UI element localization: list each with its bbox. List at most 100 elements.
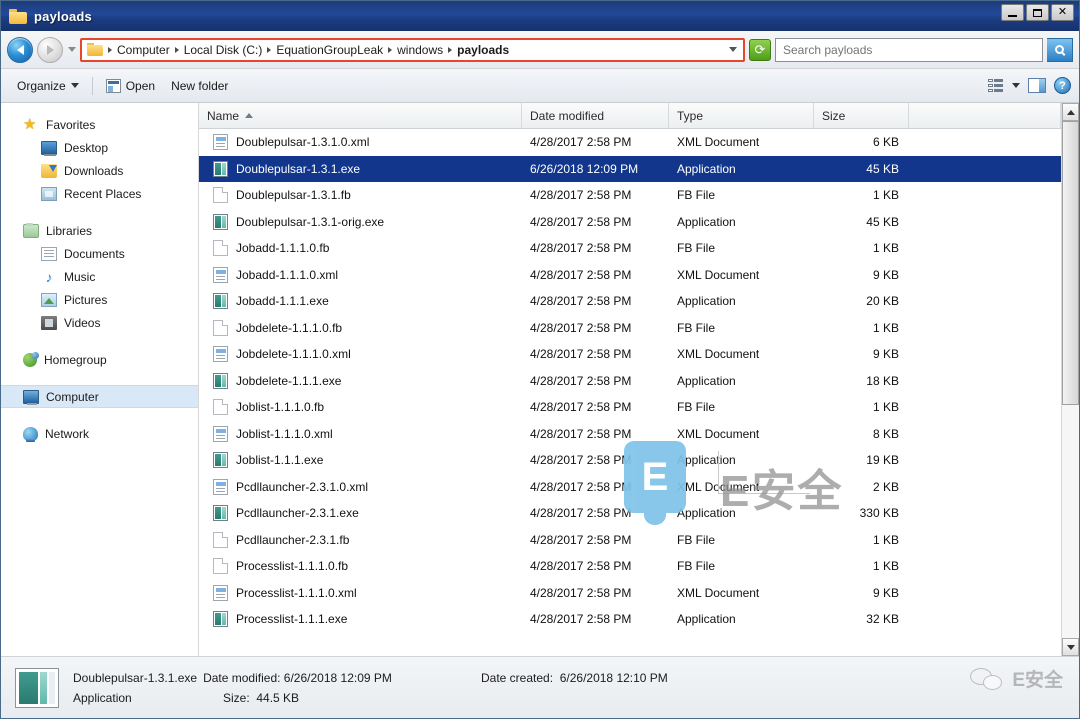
column-header-date-modified[interactable]: Date modified <box>522 103 669 128</box>
table-row[interactable]: Jobadd-1.1.1.0.fb 4/28/2017 2:58 PM FB Fil… <box>199 235 1061 262</box>
window-title: payloads <box>34 8 92 24</box>
table-row[interactable]: Processlist-1.1.1.0.xml 4/28/2017 2:58 PM… <box>199 580 1061 607</box>
file-date-cell: 4/28/2017 2:58 PM <box>530 347 632 362</box>
table-row[interactable]: Doublepulsar-1.3.1-orig.exe 4/28/2017 2:5… <box>199 209 1061 236</box>
file-date-cell: 4/28/2017 2:58 PM <box>530 294 632 309</box>
table-row[interactable]: Processlist-1.1.1.0.fb 4/28/2017 2:58 PM F… <box>199 553 1061 580</box>
sidebar-item-homegroup[interactable]: Homegroup <box>1 348 198 371</box>
file-name-text: Jobdelete-1.1.1.0.xml <box>236 347 351 362</box>
file-date-cell: 6/26/2018 12:09 PM <box>530 161 639 176</box>
file-name-text: Joblist-1.1.1.0.fb <box>236 400 325 415</box>
exe-file-icon <box>213 213 228 230</box>
new-folder-button[interactable]: New folder <box>163 75 236 97</box>
title-bar: payloads ✕ <box>1 1 1079 31</box>
open-button[interactable]: Open <box>98 75 163 97</box>
table-row[interactable]: Doublepulsar-1.3.1.exe 6/26/2018 12:09 PM… <box>199 155 1061 182</box>
search-input[interactable] <box>775 37 1043 62</box>
file-type-cell: Application <box>677 294 736 309</box>
file-type-cell: FB File <box>677 532 716 547</box>
table-row[interactable]: Jobdelete-1.1.1.0.fb 4/28/2017 2:58 PM FB … <box>199 315 1061 342</box>
sidebar-item-videos[interactable]: Videos <box>1 311 198 334</box>
chevron-down-icon[interactable] <box>1012 83 1020 88</box>
file-type-cell: FB File <box>677 188 716 203</box>
history-dropdown-icon[interactable] <box>68 47 76 52</box>
breadcrumb-item-equationgroupleak[interactable]: EquationGroupLeak <box>273 43 386 57</box>
sidebar-item-documents[interactable]: Documents <box>1 242 198 265</box>
sidebar-item-computer[interactable]: Computer <box>1 385 198 408</box>
sidebar-item-network[interactable]: Network <box>1 422 198 445</box>
fb-file-icon <box>213 319 228 336</box>
breadcrumb-item-windows[interactable]: windows <box>394 43 446 57</box>
file-date-cell: 4/28/2017 2:58 PM <box>530 479 632 494</box>
scrollbar-track[interactable] <box>1062 121 1079 638</box>
table-row[interactable]: Pcdllauncher-2.3.1.0.xml 4/28/2017 2:58 P… <box>199 474 1061 501</box>
sidebar-item-libraries[interactable]: Libraries <box>1 219 198 242</box>
details-date-created: Date created: 6/26/2018 12:10 PM <box>481 671 668 685</box>
table-row[interactable]: Joblist-1.1.1.0.xml 4/28/2017 2:58 PM XML … <box>199 421 1061 448</box>
sidebar-item-desktop[interactable]: Desktop <box>1 136 198 159</box>
pictures-icon <box>41 292 57 307</box>
breadcrumb[interactable]: Computer Local Disk (C:) EquationGroupLe… <box>80 37 745 62</box>
sidebar-item-music[interactable]: ♪ Music <box>1 265 198 288</box>
vertical-scrollbar[interactable] <box>1061 103 1079 656</box>
chevron-down-icon[interactable] <box>729 47 737 52</box>
sidebar-item-recent-places[interactable]: Recent Places <box>1 182 198 205</box>
help-icon[interactable]: ? <box>1054 77 1071 94</box>
minimize-button[interactable] <box>1001 4 1024 21</box>
sidebar-item-favorites[interactable]: ★ Favorites <box>1 113 198 136</box>
sidebar-item-label: Downloads <box>64 163 124 178</box>
forward-arrow-icon[interactable] <box>37 36 63 63</box>
table-row[interactable]: Doublepulsar-1.3.1.0.xml 4/28/2017 2:58 P… <box>199 129 1061 156</box>
table-row[interactable]: Processlist-1.1.1.exe 4/28/2017 2:58 PM Ap… <box>199 606 1061 633</box>
breadcrumb-item-local-disk[interactable]: Local Disk (C:) <box>181 43 266 57</box>
file-type-cell: XML Document <box>677 347 760 362</box>
close-button[interactable]: ✕ <box>1051 4 1074 21</box>
table-row[interactable]: Pcdllauncher-2.3.1.fb 4/28/2017 2:58 PM FB… <box>199 527 1061 554</box>
sidebar-item-pictures[interactable]: Pictures <box>1 288 198 311</box>
maximize-button[interactable] <box>1026 4 1049 21</box>
sidebar-item-label: Homegroup <box>44 352 107 367</box>
file-name-text: Jobadd-1.1.1.exe <box>236 294 329 309</box>
column-header-name[interactable]: Name <box>199 103 522 128</box>
xml-file-icon <box>213 584 228 601</box>
search-icon[interactable] <box>1047 37 1073 62</box>
breadcrumb-separator <box>267 46 272 53</box>
table-row[interactable]: Jobadd-1.1.1.exe 4/28/2017 2:58 PM Applica… <box>199 288 1061 315</box>
toolbar-right-group: ? <box>988 77 1071 94</box>
organize-button[interactable]: Organize <box>9 75 87 97</box>
network-icon <box>23 426 38 442</box>
table-row[interactable]: Joblist-1.1.1.0.fb 4/28/2017 2:58 PM FB Fi… <box>199 394 1061 421</box>
details-date-created-label: Date created: <box>481 671 554 685</box>
file-date-cell: 4/28/2017 2:58 PM <box>530 135 632 150</box>
table-row[interactable]: Jobadd-1.1.1.0.xml 4/28/2017 2:58 PM XML D… <box>199 262 1061 289</box>
file-date-cell: 4/28/2017 2:58 PM <box>530 214 632 229</box>
file-name-cell: Processlist-1.1.1.0.fb <box>199 558 522 575</box>
table-row[interactable]: Doublepulsar-1.3.1.fb 4/28/2017 2:58 PM FB… <box>199 182 1061 209</box>
file-type-cell: XML Document <box>677 585 760 600</box>
scrollbar-thumb[interactable] <box>1062 121 1079 406</box>
view-list-icon[interactable] <box>988 79 1004 93</box>
breadcrumb-item-payloads[interactable]: payloads <box>454 43 512 57</box>
scroll-up-icon[interactable] <box>1062 103 1079 121</box>
breadcrumb-item-computer[interactable]: Computer <box>114 43 173 57</box>
file-name-text: Processlist-1.1.1.0.fb <box>236 559 349 574</box>
sidebar-item-label: Recent Places <box>64 186 142 201</box>
file-type-cell: XML Document <box>677 135 760 150</box>
refresh-icon[interactable]: ⟳ <box>749 38 771 61</box>
file-type-cell: Application <box>677 612 736 627</box>
details-file-name: Doublepulsar-1.3.1.exe <box>73 670 198 685</box>
table-row[interactable]: Jobdelete-1.1.1.0.xml 4/28/2017 2:58 PM XM… <box>199 341 1061 368</box>
sidebar-item-downloads[interactable]: Downloads <box>1 159 198 182</box>
open-file-icon <box>105 78 121 93</box>
scroll-down-icon[interactable] <box>1062 638 1079 656</box>
table-row[interactable]: Joblist-1.1.1.exe 4/28/2017 2:58 PM Applic… <box>199 447 1061 474</box>
back-arrow-icon[interactable] <box>7 36 33 63</box>
preview-pane-icon[interactable] <box>1028 78 1046 93</box>
column-header-size[interactable]: Size <box>814 103 909 128</box>
table-row[interactable]: Pcdllauncher-2.3.1.exe 4/28/2017 2:58 PM A… <box>199 500 1061 527</box>
column-header-type[interactable]: Type <box>669 103 814 128</box>
table-row[interactable]: Jobdelete-1.1.1.exe 4/28/2017 2:58 PM Appl… <box>199 368 1061 395</box>
fb-file-icon <box>213 558 228 575</box>
search-field[interactable] <box>783 42 1042 57</box>
